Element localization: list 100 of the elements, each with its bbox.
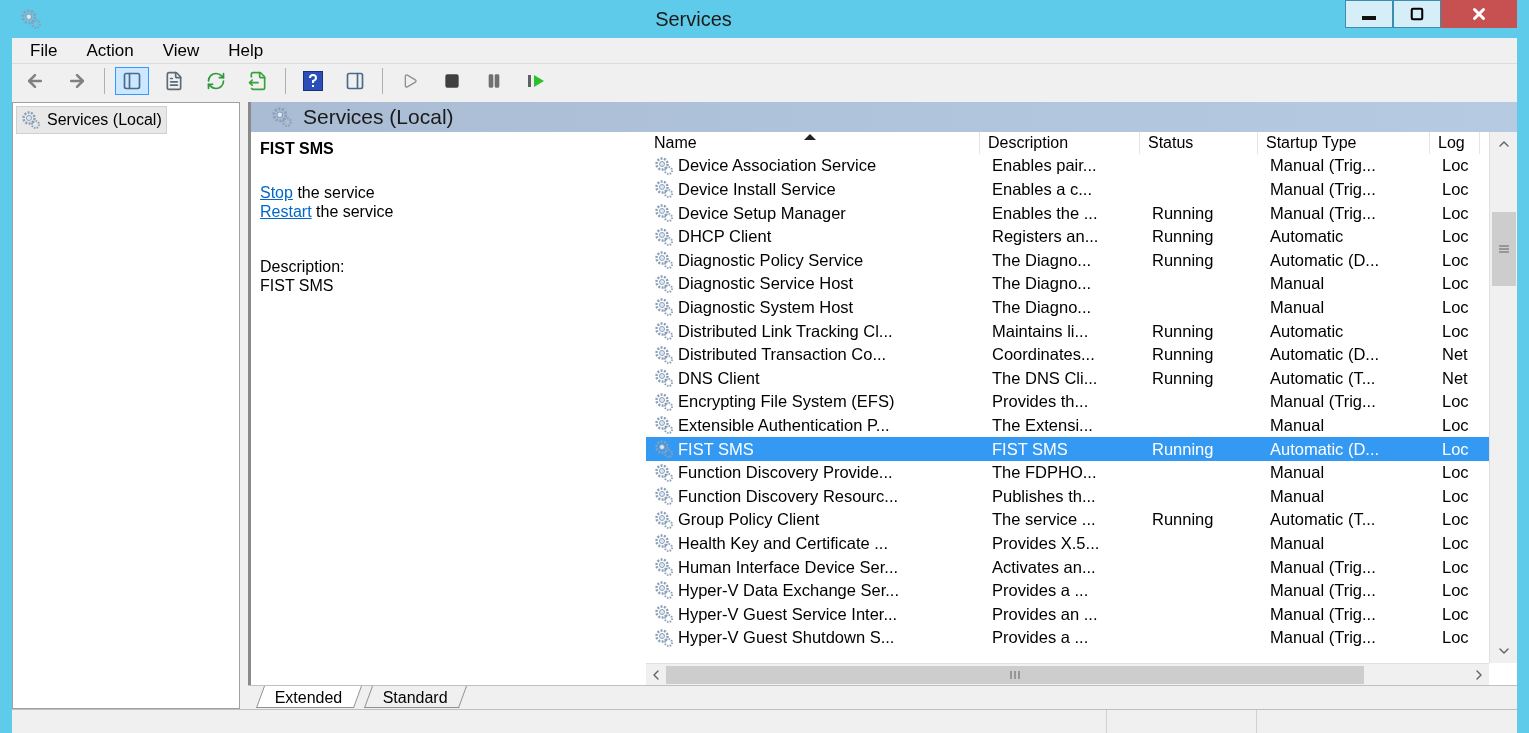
sort-arrow-icon [804,134,816,140]
gears-icon [654,226,674,247]
tree-item[interactable]: Services (Local) [16,106,167,134]
table-cell-text: Manual (Trig... [1270,391,1376,413]
table-cell-text: Loc [1442,226,1469,248]
close-button[interactable] [1441,0,1517,28]
gears-icon [654,155,674,176]
action-link[interactable]: Restart [260,203,312,220]
gears-icon [654,415,674,436]
table-cell-text: Group Policy Client [678,509,820,531]
table-cell-text: The Extensi... [992,414,1093,436]
service-row[interactable]: Diagnostic Policy Service The Diagno... Running Automatic (D... Loc [646,248,1489,272]
column-header[interactable]: Status [1140,132,1258,154]
close-icon [1470,5,1488,23]
table-cell-text: Manual [1270,414,1325,436]
table-cell-text: Loc [1442,556,1469,578]
table-cell-text: Running [1152,249,1214,271]
table-cell-text: Loc [1442,603,1469,625]
service-row[interactable]: Human Interface Device Ser... Activates an... Manual (Trig... Loc [646,555,1489,579]
table-cell-text: Automatic (D... [1270,344,1380,366]
table-cell-text: Provides th... [992,391,1089,413]
column-header[interactable]: Log [1430,132,1480,154]
service-row[interactable]: Encrypting File System (EFS) Provides th... Manual (Trig... Loc [646,389,1489,414]
table-cell-text: Running [1152,367,1214,389]
gears-icon [654,368,674,389]
menu-item[interactable]: View [150,37,212,64]
service-row[interactable]: Hyper-V Data Exchange Ser... Provides a ... Manual (Trig... Loc [646,578,1489,603]
table-cell-text: Loc [1442,438,1469,460]
table-cell-text: Loc [1442,202,1469,224]
table-cell-text: Extensible Authentication P... [678,414,890,436]
gears-icon [654,533,674,554]
table-cell-text: Loc [1442,485,1469,507]
service-row[interactable]: Device Setup Manager Enables the ... Running Manual (Trig... Loc [646,201,1489,225]
scroll-thumb[interactable] [666,665,1364,684]
gears-icon [654,438,674,459]
menu-item[interactable]: Action [74,37,146,64]
scroll-thumb[interactable] [1491,212,1516,286]
table-cell-text: The DNS Cli... [992,367,1098,389]
table-cell-text: Loc [1442,532,1469,554]
table-cell-text: Manual (Trig... [1270,556,1376,578]
service-row[interactable]: Hyper-V Guest Shutdown S... Provides a ... Manual (Trig... Loc [646,625,1489,650]
service-row[interactable]: DNS Client The DNS Cli... Running Automatic (T... Net [646,366,1489,390]
minimize-button[interactable] [1345,0,1393,28]
table-cell-text: Device Setup Manager [678,202,846,224]
service-row[interactable]: Distributed Transaction Co... Coordinates... Running Automatic (D... Net [646,342,1489,367]
table-cell-text: Automatic (D... [1270,249,1380,271]
table-cell-text: Loc [1442,509,1469,531]
table-cell-text: The FDPHO... [992,462,1097,484]
gears-icon [654,462,674,483]
table-cell-text: Manual [1270,532,1325,554]
vertical-scrollbar[interactable] [1489,132,1517,663]
action-link[interactable]: Stop [260,184,293,201]
service-row[interactable]: Hyper-V Guest Service Inter... Provides an ... Manual (Trig... Loc [646,602,1489,626]
maximize-icon [1410,7,1424,21]
service-row[interactable]: Function Discovery Resourc... Publishes th... Manual Loc [646,484,1489,508]
service-row[interactable]: Diagnostic System Host The Diagno... Manual Loc [646,295,1489,320]
service-row[interactable]: Device Association Service Enables pair... Manual (Trig... Loc [646,154,1489,178]
play-icon [402,73,418,89]
menu-item[interactable]: Help [216,37,276,64]
column-header[interactable]: Startup Type [1258,132,1430,154]
menu-item[interactable]: File [18,37,70,64]
table-cell-text: Automatic (D... [1270,438,1380,460]
panel-icon [345,71,365,91]
table-cell-text: Enables a c... [992,179,1092,200]
table-cell-text: Hyper-V Guest Shutdown S... [678,627,895,649]
document-icon [164,71,184,91]
table-cell-text: Running [1152,202,1214,224]
pause-icon [486,73,502,89]
column-header[interactable]: Description [980,132,1140,154]
description-label: Description: [260,257,346,276]
stop-icon [444,73,460,89]
grip-icon [1498,245,1509,253]
service-row[interactable]: Extensible Authentication P... The Extensi... Manual Loc [646,413,1489,438]
horizontal-scrollbar[interactable] [646,663,1489,685]
table-cell-text: Automatic [1270,320,1344,342]
table-cell-text: Running [1152,320,1214,342]
table-cell-text: Human Interface Device Ser... [678,556,899,578]
service-row[interactable]: Function Discovery Provide... The FDPHO... Manual Loc [646,460,1489,485]
gears-icon [654,627,674,648]
table-cell-text: Coordinates... [992,344,1095,366]
maximize-button[interactable] [1393,0,1441,28]
table-cell-text: Hyper-V Data Exchange Ser... [678,580,900,602]
view-tab[interactable]: Standard [363,686,467,708]
grip-icon [1010,670,1020,679]
service-row[interactable]: Group Policy Client The service ... Running Automatic (T... Loc [646,507,1489,532]
minimize-icon [1362,16,1376,20]
service-row[interactable]: Device Install Service Enables a c... Manual (Trig... Loc [646,177,1489,202]
column-header[interactable]: Name [646,132,980,154]
table-cell-text: Manual [1270,273,1325,295]
service-row[interactable]: DHCP Client Registers an... Running Automatic Loc [646,224,1489,249]
forward-arrow-icon [67,71,87,91]
service-row[interactable]: Health Key and Certificate ... Provides X.5... Manual Loc [646,531,1489,556]
view-tab[interactable]: Extended [256,686,362,708]
table-cell-text: The service ... [992,509,1096,531]
service-row[interactable]: Distributed Link Tracking Cl... Maintains li... Running Automatic Loc [646,319,1489,343]
table-cell-text: Distributed Link Tracking Cl... [678,320,893,342]
table-cell-text: Running [1152,438,1214,460]
service-row[interactable]: Diagnostic Service Host The Diagno... Manual Loc [646,271,1489,296]
panel-icon [122,71,142,91]
table-cell-text: Running [1152,509,1214,531]
